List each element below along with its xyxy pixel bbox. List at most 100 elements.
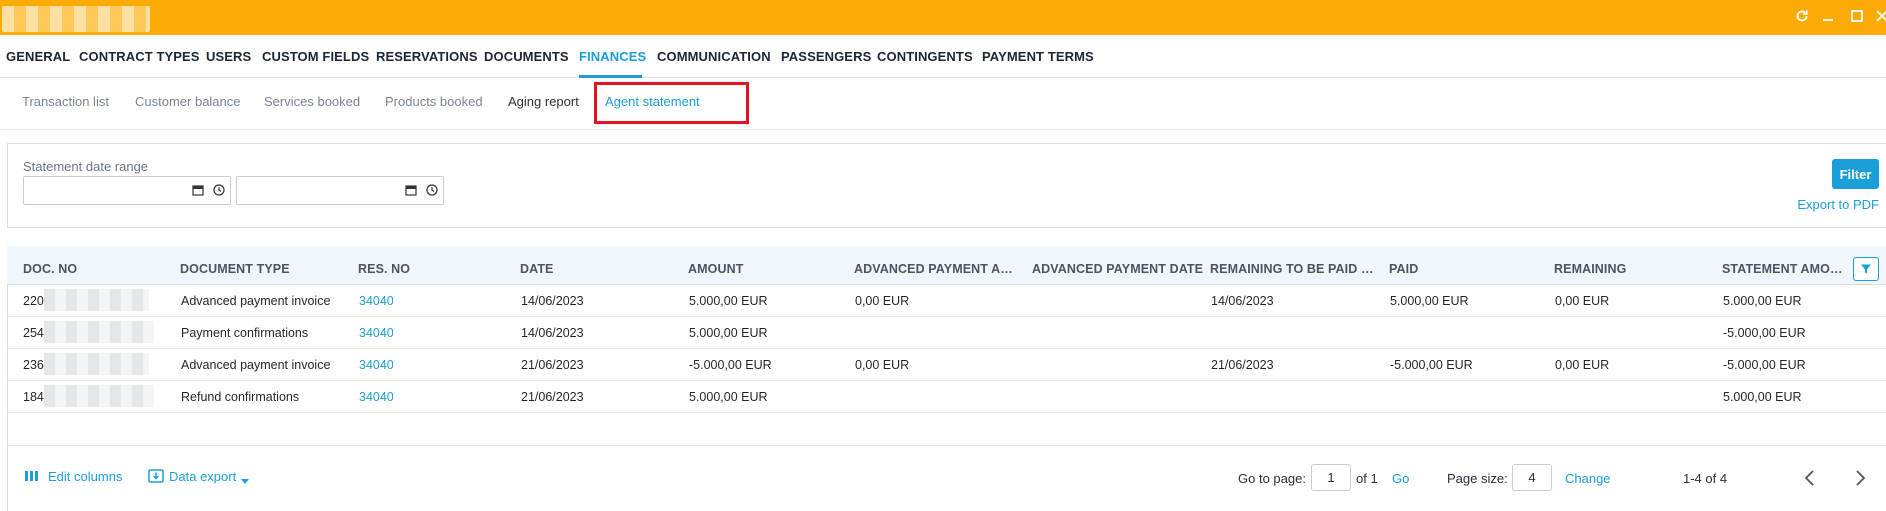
column-header-advanced-payment-date[interactable]: ADVANCED PAYMENT DATE <box>1032 262 1204 276</box>
column-header-res-no[interactable]: RES. NO <box>358 262 508 276</box>
redacted-doc-number <box>44 353 149 375</box>
cell-statement-amount: 5.000,00 EUR <box>1723 390 1802 404</box>
go-button[interactable]: Go <box>1392 471 1409 486</box>
calendar-icon[interactable] <box>405 184 417 199</box>
tab-general[interactable]: GENERAL <box>6 49 70 64</box>
res-no-link[interactable]: 34040 <box>359 358 394 372</box>
data-export-icon[interactable] <box>148 469 164 486</box>
clock-icon[interactable] <box>213 184 225 199</box>
column-header-date[interactable]: DATE <box>520 262 680 276</box>
subtab-services-booked[interactable]: Services booked <box>264 94 360 109</box>
table-row[interactable]: 236 Advanced payment invoice 34040 21/06… <box>7 349 1886 381</box>
date-from-input[interactable] <box>23 176 231 205</box>
column-header-statement-amount[interactable]: STATEMENT AMOU... <box>1722 262 1846 276</box>
cell-amount: 5.000,00 EUR <box>689 390 768 404</box>
edit-columns-icon[interactable] <box>25 470 39 485</box>
maximize-icon[interactable] <box>1847 6 1867 26</box>
cell-doc-no: 184 <box>23 390 44 404</box>
cell-remaining-date: 21/06/2023 <box>1211 358 1274 372</box>
column-filter-icon[interactable] <box>1853 257 1879 281</box>
subtab-agent-statement[interactable]: Agent statement <box>605 94 700 109</box>
cell-document-type: Advanced payment invoice <box>181 358 331 372</box>
page-size-input[interactable]: 4 <box>1512 464 1552 491</box>
tab-contract-types[interactable]: CONTRACT TYPES <box>79 49 200 64</box>
cell-statement-amount: 5.000,00 EUR <box>1723 294 1802 308</box>
redacted-doc-number <box>44 321 154 343</box>
cell-doc-no: 220 <box>23 294 44 308</box>
clock-icon[interactable] <box>426 184 438 199</box>
edit-columns-button[interactable]: Edit columns <box>48 469 122 484</box>
pagination-range: 1-4 of 4 <box>1683 471 1728 486</box>
column-header-remaining[interactable]: REMAINING <box>1554 262 1714 276</box>
sub-nav: Transaction list Customer balance Servic… <box>0 78 1886 130</box>
title-bar <box>0 0 1886 35</box>
cell-statement-amount: -5.000,00 EUR <box>1723 326 1806 340</box>
tab-contingents[interactable]: CONTINGENTS <box>877 49 973 64</box>
res-no-link[interactable]: 34040 <box>359 294 394 308</box>
cell-remaining-date: 14/06/2023 <box>1211 294 1274 308</box>
redacted-doc-number <box>44 289 149 311</box>
column-header-remaining-to-be-paid[interactable]: REMAINING TO BE PAID TI... <box>1210 262 1375 276</box>
column-header-doc-no[interactable]: DOC. NO <box>23 262 163 276</box>
tab-communication[interactable]: COMMUNICATION <box>657 49 771 64</box>
tab-documents[interactable]: DOCUMENTS <box>484 49 569 64</box>
subtab-aging-report[interactable]: Aging report <box>508 94 579 109</box>
tab-reservations[interactable]: RESERVATIONS <box>376 49 478 64</box>
cell-date: 14/06/2023 <box>521 326 584 340</box>
cell-advanced-payment-amount: 0,00 EUR <box>855 358 910 372</box>
cell-remaining: 0,00 EUR <box>1555 358 1610 372</box>
page-number-input[interactable]: 1 <box>1311 464 1351 491</box>
cell-date: 21/06/2023 <box>521 358 584 372</box>
tab-finances[interactable]: FINANCES <box>579 49 646 64</box>
cell-paid: 5.000,00 EUR <box>1390 294 1469 308</box>
column-header-paid[interactable]: PAID <box>1389 262 1549 276</box>
tab-users[interactable]: USERS <box>206 49 251 64</box>
res-no-link[interactable]: 34040 <box>359 390 394 404</box>
chevron-down-icon[interactable] <box>241 473 249 488</box>
cell-paid: -5.000,00 EUR <box>1390 358 1473 372</box>
table-row[interactable]: 254 Payment confirmations 34040 14/06/20… <box>7 317 1886 349</box>
cell-amount: 5.000,00 EUR <box>689 326 768 340</box>
calendar-icon[interactable] <box>192 184 204 199</box>
cell-doc-no: 254 <box>23 326 44 340</box>
close-icon[interactable] <box>1872 6 1886 26</box>
cell-document-type: Payment confirmations <box>181 326 309 340</box>
column-header-advanced-payment-amount[interactable]: ADVANCED PAYMENT AM... <box>854 262 1019 276</box>
cell-doc-no: 236 <box>23 358 44 372</box>
app-logo <box>2 6 150 32</box>
statement-date-range-label: Statement date range <box>23 159 149 174</box>
export-to-pdf-link[interactable]: Export to PDF <box>1797 197 1879 212</box>
page-size-label: Page size: <box>1447 471 1508 486</box>
table-row[interactable]: 220 Advanced payment invoice 34040 14/06… <box>7 285 1886 317</box>
subtab-customer-balance[interactable]: Customer balance <box>135 94 241 109</box>
go-to-page-label: Go to page: <box>1238 471 1306 486</box>
refresh-icon[interactable] <box>1792 6 1812 26</box>
redacted-doc-number <box>44 385 154 407</box>
date-to-input[interactable] <box>236 176 444 205</box>
filter-button[interactable]: Filter <box>1832 159 1879 189</box>
res-no-link[interactable]: 34040 <box>359 326 394 340</box>
subtab-products-booked[interactable]: Products booked <box>385 94 483 109</box>
chevron-right-icon[interactable] <box>1855 469 1867 490</box>
cell-document-type: Advanced payment invoice <box>181 294 331 308</box>
minimize-icon[interactable] <box>1818 6 1838 26</box>
table-row[interactable]: 184 Refund confirmations 34040 21/06/202… <box>7 381 1886 413</box>
footer-divider <box>7 445 1886 446</box>
tab-custom-fields[interactable]: CUSTOM FIELDS <box>262 49 369 64</box>
cell-advanced-payment-amount: 0,00 EUR <box>855 294 910 308</box>
cell-statement-amount: -5.000,00 EUR <box>1723 358 1806 372</box>
change-page-size-button[interactable]: Change <box>1565 471 1611 486</box>
cell-date: 14/06/2023 <box>521 294 584 308</box>
main-nav: GENERAL CONTRACT TYPES USERS CUSTOM FIEL… <box>0 35 1886 78</box>
subtab-transaction-list[interactable]: Transaction list <box>22 94 109 109</box>
column-header-document-type[interactable]: DOCUMENT TYPE <box>180 262 350 276</box>
page-count-label: of 1 <box>1356 471 1378 486</box>
cell-remaining: 0,00 EUR <box>1555 294 1610 308</box>
cell-amount: -5.000,00 EUR <box>689 358 772 372</box>
tab-passengers[interactable]: PASSENGERS <box>781 49 871 64</box>
data-export-button[interactable]: Data export <box>169 469 236 484</box>
tab-payment-terms[interactable]: PAYMENT TERMS <box>982 49 1094 64</box>
cell-amount: 5.000,00 EUR <box>689 294 768 308</box>
chevron-left-icon[interactable] <box>1803 469 1815 490</box>
column-header-amount[interactable]: AMOUNT <box>688 262 848 276</box>
